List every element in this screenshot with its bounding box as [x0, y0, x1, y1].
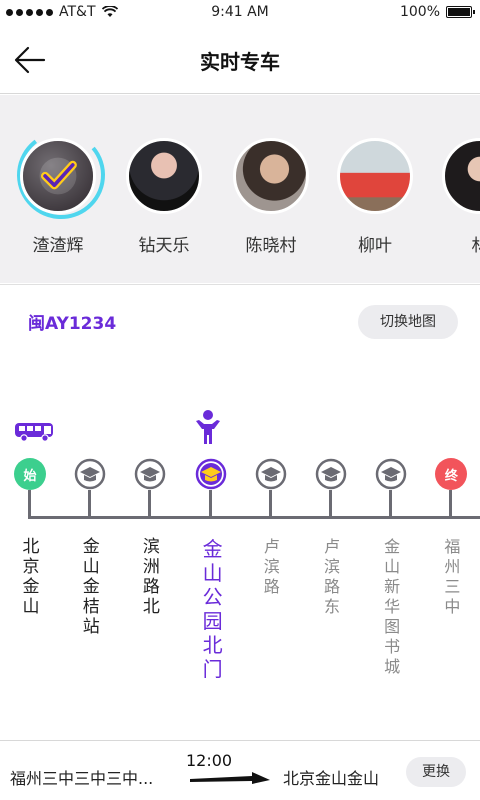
status-bar: AT&T 9:41 AM 100% — [0, 0, 480, 26]
long-arrow-icon — [190, 772, 270, 784]
avatar-strip[interactable]: 渣渣辉 钻天乐 陈晓村 柳叶 林 — [0, 95, 480, 283]
graduation-cap-icon — [315, 458, 347, 490]
depart-time: 12:00 — [186, 751, 233, 770]
stop-connector — [389, 490, 393, 516]
stop-connector — [88, 490, 92, 516]
stop-connector — [148, 490, 152, 516]
route-stop[interactable]: 终 — [435, 458, 469, 518]
end-badge: 终 — [435, 458, 468, 490]
avatar-name: 钻天乐 — [138, 236, 190, 256]
route-stop[interactable] — [255, 458, 289, 518]
bus-icon — [15, 423, 53, 442]
graduation-cap-icon — [255, 458, 287, 490]
battery-fill — [448, 8, 470, 16]
switch-map-button[interactable]: 切换地图 — [358, 305, 458, 339]
stop-connector — [329, 490, 332, 516]
stop-connector — [28, 490, 31, 516]
stop-name: 金山金桔站 — [82, 537, 100, 637]
stop-name: 卢滨路 — [263, 537, 280, 596]
graduation-cap-icon — [134, 458, 166, 490]
route-stop[interactable] — [74, 458, 108, 518]
stop-connector — [268, 490, 272, 516]
start-badge: 始 — [14, 458, 46, 490]
graduation-cap-icon — [195, 458, 227, 490]
graduation-cap-icon — [74, 458, 106, 490]
stop-connector — [208, 490, 212, 516]
avatar-name: 渣渣辉 — [32, 236, 84, 256]
route-panel: 闽AY1234 切换地图 始北京金山 金山金桔站 滨洲路北 金山公园北门 卢滨路 卢滨路东… — [0, 284, 480, 740]
origin-label: 福州三中三中三中... — [10, 769, 154, 788]
stop-connector — [449, 490, 453, 516]
battery-percent: 100% — [399, 4, 440, 20]
avatar — [20, 138, 96, 214]
status-right: 100% — [399, 4, 475, 20]
stop-name: 金山新华图书城 — [384, 537, 401, 676]
destination-label: 北京金山金山 — [283, 769, 380, 788]
avatar-name: 柳叶 — [358, 236, 392, 256]
graduation-cap-icon — [375, 458, 407, 490]
person-icon — [196, 410, 220, 444]
stop-name: 卢滨路东 — [323, 537, 340, 616]
stop-name: 北京金山 — [22, 537, 40, 617]
avatar-name: 陈晓村 — [245, 236, 297, 256]
route-stop[interactable] — [134, 458, 168, 518]
battery-icon — [446, 6, 475, 18]
avatar — [442, 138, 480, 214]
stop-name: 福州三中 — [444, 537, 461, 616]
avatar — [233, 138, 309, 214]
route-stop[interactable]: 始 — [14, 458, 48, 518]
avatar — [337, 138, 413, 214]
avatar-name: 林 — [425, 231, 480, 256]
route-stop[interactable] — [315, 458, 349, 518]
change-button[interactable]: 更换 — [406, 757, 466, 787]
page-title: 实时专车 — [200, 50, 280, 74]
avatar — [126, 138, 202, 214]
nav-bar: 实时专车 — [0, 26, 480, 94]
license-plate: 闽AY1234 — [28, 314, 117, 334]
stop-name: 滨洲路北 — [142, 537, 160, 617]
route-stop[interactable] — [375, 458, 409, 518]
stop-name: 金山公园北门 — [202, 537, 223, 681]
bottom-bar: 福州三中三中三中... 12:00 北京金山金山 更换 — [0, 740, 480, 800]
checkmark-icon — [23, 141, 93, 211]
route-stop[interactable] — [195, 458, 229, 518]
